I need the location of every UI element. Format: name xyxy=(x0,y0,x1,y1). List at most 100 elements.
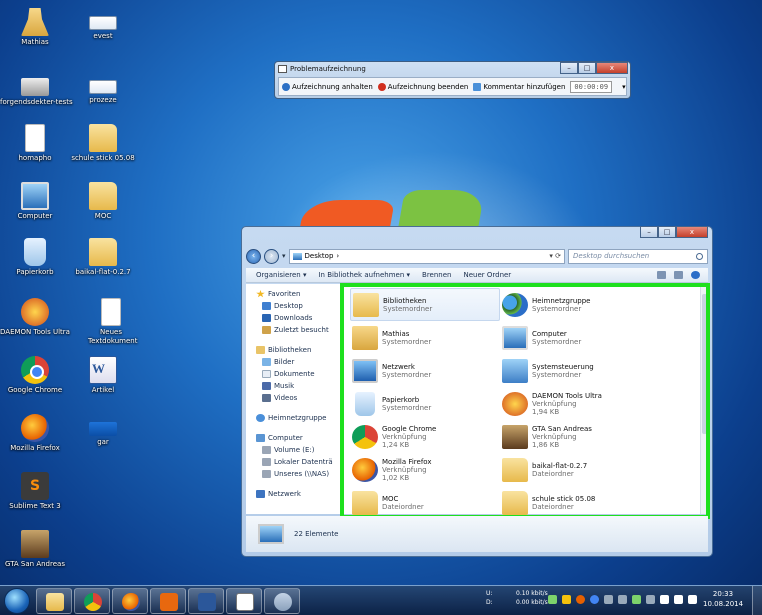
highlight-frame xyxy=(340,283,710,519)
nav-item-pictures[interactable]: Bilder xyxy=(246,356,341,368)
desktop-icon-mathias[interactable]: Mathias xyxy=(0,8,70,47)
computer-icon xyxy=(258,524,284,544)
taskbar-recorder[interactable] xyxy=(226,588,262,614)
nav-item-music[interactable]: Musik xyxy=(246,380,341,392)
close-button[interactable]: x xyxy=(596,62,628,74)
tray-app-icon[interactable] xyxy=(548,595,557,604)
computer-icon xyxy=(256,434,265,442)
refresh-icon[interactable]: ▾ ⟳ xyxy=(549,252,564,260)
nav-homegroup[interactable]: Heimnetzgruppe xyxy=(246,412,341,424)
homegroup-icon xyxy=(256,414,265,422)
nav-item-videos[interactable]: Videos xyxy=(246,392,341,404)
desktop-icon-gta[interactable]: GTA San Andreas xyxy=(0,530,70,569)
desktop-icon-prozeze[interactable]: prozeze xyxy=(68,72,138,105)
breadcrumb-chevron-icon[interactable]: › xyxy=(336,252,339,260)
back-button[interactable]: ‹ xyxy=(246,248,261,264)
tray-app-icon[interactable] xyxy=(562,595,571,604)
desktop-icon-moc[interactable]: MOC xyxy=(68,182,138,221)
organize-button[interactable]: Organisieren ▾ xyxy=(256,271,306,279)
recording-timer: 00:00:09 xyxy=(570,80,613,93)
nav-network[interactable]: Netzwerk xyxy=(246,488,341,500)
breadcrumb[interactable]: Desktop xyxy=(305,252,334,260)
word-icon xyxy=(198,593,216,611)
stop-icon xyxy=(377,82,386,91)
nav-libraries[interactable]: Bibliotheken xyxy=(246,344,341,356)
nav-item-desktop[interactable]: Desktop xyxy=(246,300,341,312)
address-bar[interactable]: Desktop › ▾ ⟳ xyxy=(288,248,565,264)
search-input[interactable]: Desktop durchsuchen xyxy=(568,248,708,264)
help-icon[interactable] xyxy=(691,271,700,279)
bluetooth-icon[interactable] xyxy=(618,595,627,604)
desktop-icon-firefox[interactable]: Mozilla Firefox xyxy=(0,414,70,453)
add-comment-button[interactable]: Kommentar hinzufügen xyxy=(473,82,565,91)
details-pane: 22 Elemente xyxy=(246,516,708,552)
taskbar-explorer[interactable] xyxy=(36,588,72,614)
taskbar-chrome[interactable] xyxy=(74,588,110,614)
show-desktop-button[interactable] xyxy=(752,586,762,615)
nav-item-downloads[interactable]: Downloads xyxy=(246,312,341,324)
taskbar-firefox[interactable] xyxy=(112,588,148,614)
desktop-icon-artikel[interactable]: Artikel xyxy=(68,356,138,395)
network-drive-icon xyxy=(262,470,271,478)
explorer-close-button[interactable]: x xyxy=(676,226,708,238)
taskbar-word[interactable] xyxy=(188,588,224,614)
tray-app-icon[interactable] xyxy=(576,595,585,604)
desktop-icon-computer[interactable]: Computer xyxy=(0,182,70,221)
pause-recording-button[interactable]: Aufzeichnung anhalten xyxy=(282,82,373,91)
taskbar-office[interactable] xyxy=(150,588,186,614)
recent-pages-icon[interactable]: ▾ xyxy=(282,252,286,260)
desktop-icon-chrome[interactable]: Google Chrome xyxy=(0,356,70,395)
explorer-caption-buttons: – □ x xyxy=(640,226,708,238)
include-in-library-button[interactable]: In Bibliothek aufnehmen ▾ xyxy=(318,271,410,279)
folder-icon xyxy=(89,182,117,210)
preview-pane-icon[interactable] xyxy=(674,271,683,279)
explorer-minimize-button[interactable]: – xyxy=(640,226,658,238)
maximize-button[interactable]: □ xyxy=(578,62,596,74)
folder-icon xyxy=(89,238,117,266)
taskbar-tool[interactable] xyxy=(264,588,300,614)
nav-favorites[interactable]: Favoriten xyxy=(246,288,341,300)
tray-app-icon[interactable] xyxy=(604,595,613,604)
clock[interactable]: 20:33 10.08.2014 xyxy=(703,589,743,609)
gta-icon xyxy=(21,530,49,558)
tray-app-icon[interactable] xyxy=(632,595,641,604)
chrome-icon xyxy=(84,593,102,611)
view-options-icon[interactable] xyxy=(657,271,666,279)
volume-icon[interactable] xyxy=(688,595,697,604)
desktop-icon-sublime[interactable]: S Sublime Text 3 xyxy=(0,472,70,511)
desktop-icon-schule-stick[interactable]: schule stick 05.08 xyxy=(68,124,138,163)
recycle-bin-icon xyxy=(24,238,46,266)
drive-icon xyxy=(262,458,271,466)
desktop-icon-gar[interactable]: gar xyxy=(68,414,138,447)
tray-app-icon[interactable] xyxy=(646,595,655,604)
folder-icon xyxy=(46,593,64,611)
new-folder-button[interactable]: Neuer Ordner xyxy=(463,271,511,279)
desktop-icon-forgendsdekter[interactable]: forgendsdekter-tests xyxy=(0,72,73,107)
folder-icon xyxy=(89,124,117,152)
desktop-icon-papierkorb[interactable]: Papierkorb xyxy=(0,238,70,277)
nav-item-documents[interactable]: Dokumente xyxy=(246,368,341,380)
desktop-icon-baikal[interactable]: baikal-flat-0.2.7 xyxy=(68,238,138,277)
desktop-icon-daemon[interactable]: DAEMON Tools Ultra xyxy=(0,298,70,337)
nav-item-nas[interactable]: Unseres (\\NAS) xyxy=(246,468,341,480)
network-status-icon[interactable] xyxy=(674,595,683,604)
tray-app-icon[interactable] xyxy=(590,595,599,604)
nav-item-recent[interactable]: Zuletzt besucht xyxy=(246,324,341,336)
forward-button[interactable]: › xyxy=(264,248,279,264)
action-center-flag-icon[interactable] xyxy=(660,595,669,604)
nav-item-local-disk[interactable]: Lokaler Datenträ xyxy=(246,456,341,468)
start-button[interactable] xyxy=(4,588,30,614)
explorer-maximize-button[interactable]: □ xyxy=(658,226,676,238)
burn-button[interactable]: Brennen xyxy=(422,271,451,279)
help-dropdown-icon[interactable]: ▾ xyxy=(622,83,626,91)
desktop-icon-homapho[interactable]: homapho xyxy=(0,124,70,163)
nav-computer[interactable]: Computer xyxy=(246,432,341,444)
minimize-button[interactable]: – xyxy=(560,62,578,74)
nav-item-volume-e[interactable]: Volume (E:) xyxy=(246,444,341,456)
recorder-titlebar[interactable]: Problemaufzeichnung – □ x xyxy=(275,62,630,77)
stop-recording-button[interactable]: Aufzeichnung beenden xyxy=(377,82,468,91)
notification-area xyxy=(548,595,697,604)
desktop-icon-neues-textdokument[interactable]: Neues Textdokument xyxy=(76,298,146,346)
navigation-pane: Favoriten Desktop Downloads Zuletzt besu… xyxy=(246,284,342,514)
desktop-icon-evest[interactable]: evest xyxy=(68,8,138,41)
